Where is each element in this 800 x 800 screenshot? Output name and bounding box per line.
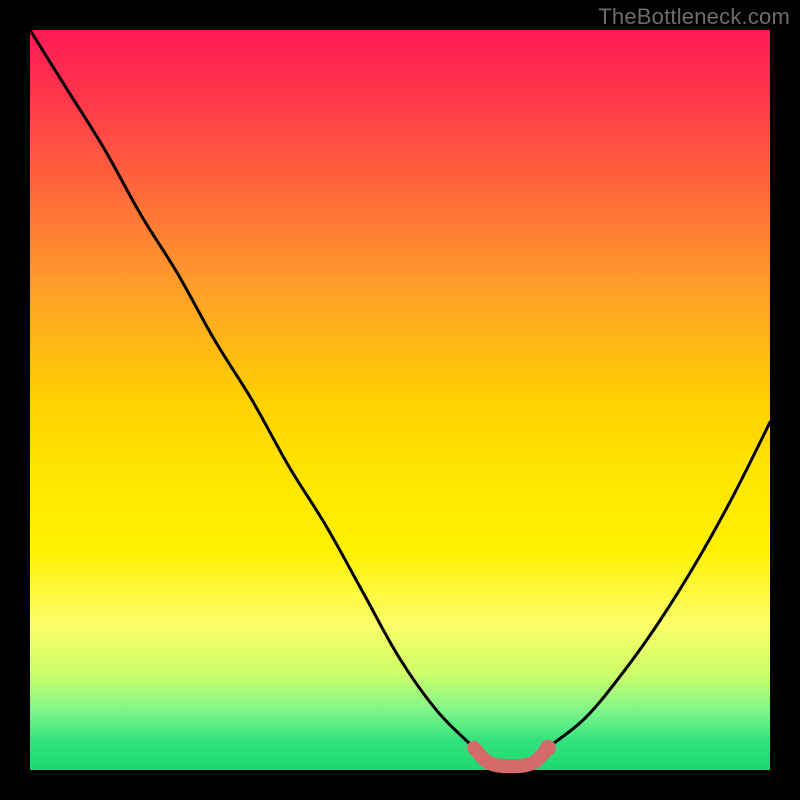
bottleneck-curve [30,30,770,766]
watermark-text: TheBottleneck.com [598,4,790,30]
curve-layer [30,30,770,770]
highlight-end-dot [540,740,556,756]
highlight-segment [474,748,548,767]
chart-frame: TheBottleneck.com [0,0,800,800]
plot-area [30,30,770,770]
